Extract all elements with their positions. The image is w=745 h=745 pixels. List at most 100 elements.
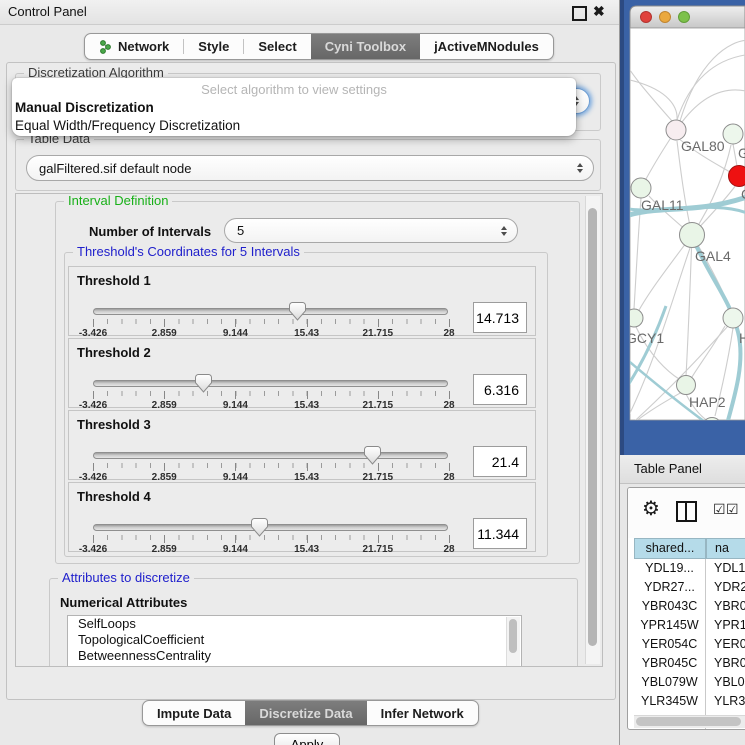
node-label-gcy1: GCY1 xyxy=(626,330,664,346)
list-item[interactable]: SelfLoops xyxy=(68,616,521,632)
scrollbar-thumb[interactable] xyxy=(588,208,597,646)
threshold-4-value-field[interactable] xyxy=(473,518,527,549)
node-label-ga: GA xyxy=(738,145,745,161)
threshold-1-label: Threshold 1 xyxy=(77,273,151,288)
node-label-hap2: HAP2 xyxy=(689,394,726,410)
threshold-4-label: Threshold 4 xyxy=(77,489,151,504)
control-panel-tabbar: Network Style Select Cyni Toolbox jActiv… xyxy=(84,33,554,60)
number-of-intervals-combobox[interactable]: 5 xyxy=(224,218,518,243)
numerical-attributes-heading: Numerical Attributes xyxy=(60,595,187,610)
dropdown-option-equal-width[interactable]: Equal Width/Frequency Discretization xyxy=(12,117,576,135)
node-gal11[interactable] xyxy=(631,178,651,198)
tab-jactivemodules[interactable]: jActiveMNodules xyxy=(420,34,553,59)
threshold-4-slider[interactable] xyxy=(93,524,448,531)
mac-zoom-icon[interactable] xyxy=(679,12,690,23)
node-label-h: H xyxy=(739,330,745,346)
node-selected-red[interactable] xyxy=(729,166,745,187)
table-row[interactable]: YDL19...YDL1 xyxy=(634,559,745,578)
network-window[interactable]: GAL80 GA C GAL11 GAL4 GCY1 H HAP2 xyxy=(620,0,745,455)
node-h[interactable] xyxy=(723,308,743,328)
thresholds-label: Threshold's Coordinates for 5 Intervals xyxy=(73,244,304,259)
list-scrollbar[interactable] xyxy=(506,617,520,666)
threshold-1-value-field[interactable] xyxy=(473,302,527,333)
tab-select[interactable]: Select xyxy=(244,34,310,59)
node-gal4[interactable] xyxy=(680,223,705,248)
node-label-gal4: GAL4 xyxy=(695,248,731,264)
threshold-1-slider[interactable] xyxy=(93,308,448,315)
node-table: ⚙ ☑ ☑ shared... na YDL19...YDL1 YDR27...… xyxy=(627,487,745,730)
numerical-attributes-list[interactable]: SelfLoops TopologicalCoefficient Between… xyxy=(67,615,522,667)
screen: Control Panel ✖ Network Style Select Cyn… xyxy=(0,0,745,745)
scrollbar-thumb[interactable] xyxy=(509,619,517,653)
tab-impute-data[interactable]: Impute Data xyxy=(143,701,245,725)
threshold-3-slider[interactable] xyxy=(93,452,448,459)
table-header-row: shared... na xyxy=(634,538,745,559)
table-row[interactable]: YBL079WYBL0 xyxy=(634,673,745,692)
node-ga[interactable] xyxy=(723,124,743,144)
node-label-gal80: GAL80 xyxy=(681,138,725,154)
node-gal80[interactable] xyxy=(666,120,686,140)
dropdown-hint: Select algorithm to view settings xyxy=(12,78,576,99)
gear-icon[interactable]: ⚙ xyxy=(642,496,660,522)
table-data-combobox[interactable]: galFiltered.sif default node xyxy=(26,155,594,181)
dropdown-option-manual[interactable]: Manual Discretization xyxy=(12,99,576,117)
slider-ticks xyxy=(93,391,449,399)
table-data-value: galFiltered.sif default node xyxy=(39,161,191,176)
interval-definition-label: Interval Definition xyxy=(64,193,172,208)
threshold-3-value-field[interactable] xyxy=(473,446,527,477)
threshold-4-box: Threshold 4 -3.4262.8599.14415.4321.7152… xyxy=(68,482,536,552)
table-row[interactable]: YDR27...YDR2 xyxy=(634,578,745,597)
checkbox-icon[interactable]: ☑ xyxy=(726,501,739,518)
table-panel-titlebar: Table Panel xyxy=(620,455,745,484)
combo-stepper-icon xyxy=(501,226,507,236)
slider-tick-labels: -3.4262.8599.14415.4321.71528 xyxy=(93,544,449,555)
column-header-shared-name[interactable]: shared... xyxy=(634,538,706,559)
node-hap2[interactable] xyxy=(677,376,696,395)
combo-stepper-icon xyxy=(577,163,583,173)
cyni-toolbox-panel: Discretization Algorithm Table Data galF… xyxy=(6,62,616,700)
tab-network[interactable]: Network xyxy=(85,34,183,59)
table-row[interactable]: YER054CYER0 xyxy=(634,635,745,654)
table-row[interactable]: YPR145WYPR1 xyxy=(634,616,745,635)
network-icon xyxy=(99,40,112,54)
float-window-icon[interactable] xyxy=(572,6,587,21)
list-item[interactable]: BetweennessCentrality xyxy=(68,648,521,664)
number-of-intervals-label: Number of Intervals xyxy=(89,224,211,239)
mac-minimize-icon[interactable] xyxy=(660,12,671,23)
table-horizontal-scrollbar[interactable] xyxy=(634,715,745,728)
threshold-1-box: Threshold 1 -3.4262.8599.14415.4321.7152… xyxy=(68,266,536,336)
column-header-name[interactable]: na xyxy=(706,538,745,559)
attributes-label: Attributes to discretize xyxy=(58,570,194,585)
table-row[interactable]: YBR045CYBR0 xyxy=(634,654,745,673)
threshold-2-box: Threshold 2 -3.4262.8599.14415.4321.7152… xyxy=(68,338,536,408)
threshold-2-slider[interactable] xyxy=(93,380,448,387)
tab-infer-network[interactable]: Infer Network xyxy=(367,701,478,725)
checkbox-icon[interactable]: ☑ xyxy=(713,501,726,518)
table-row[interactable]: YLR345WYLR3 xyxy=(634,692,745,711)
mac-close-icon[interactable] xyxy=(641,12,652,23)
slider-ticks xyxy=(93,535,449,543)
network-view-area: GAL80 GA C GAL11 GAL4 GCY1 H HAP2 xyxy=(620,0,745,455)
table-panel-title: Table Panel xyxy=(634,461,702,476)
table-data-groupbox: Table Data galFiltered.sif default node xyxy=(15,139,601,191)
list-item[interactable]: TopologicalCoefficient xyxy=(68,632,521,648)
columns-icon[interactable] xyxy=(676,501,697,522)
apply-button[interactable]: Apply xyxy=(274,733,340,745)
slider-ticks xyxy=(93,319,449,327)
tab-network-label: Network xyxy=(118,39,169,54)
threshold-2-value-field[interactable] xyxy=(473,374,527,405)
algorithm-dropdown-popup: Select algorithm to view settings Manual… xyxy=(12,78,576,136)
table-row[interactable]: YBR043CYBR0 xyxy=(634,597,745,616)
tab-discretize-data[interactable]: Discretize Data xyxy=(245,701,366,725)
tab-cyni-toolbox[interactable]: Cyni Toolbox xyxy=(311,34,420,59)
control-panel-titlebar: Control Panel ✖ xyxy=(0,0,620,25)
table-grid: shared... na YDL19...YDL1 YDR27...YDR2 Y… xyxy=(634,538,745,730)
threshold-2-label: Threshold 2 xyxy=(77,345,151,360)
scrollbar-thumb[interactable] xyxy=(636,717,741,726)
number-of-intervals-value: 5 xyxy=(237,223,244,238)
tab-style[interactable]: Style xyxy=(184,34,243,59)
slider-ticks xyxy=(93,463,449,471)
panel-scrollbar[interactable] xyxy=(585,196,600,664)
table-toolbar: ⚙ ☑ ☑ xyxy=(628,488,745,538)
close-icon[interactable]: ✖ xyxy=(593,3,605,20)
